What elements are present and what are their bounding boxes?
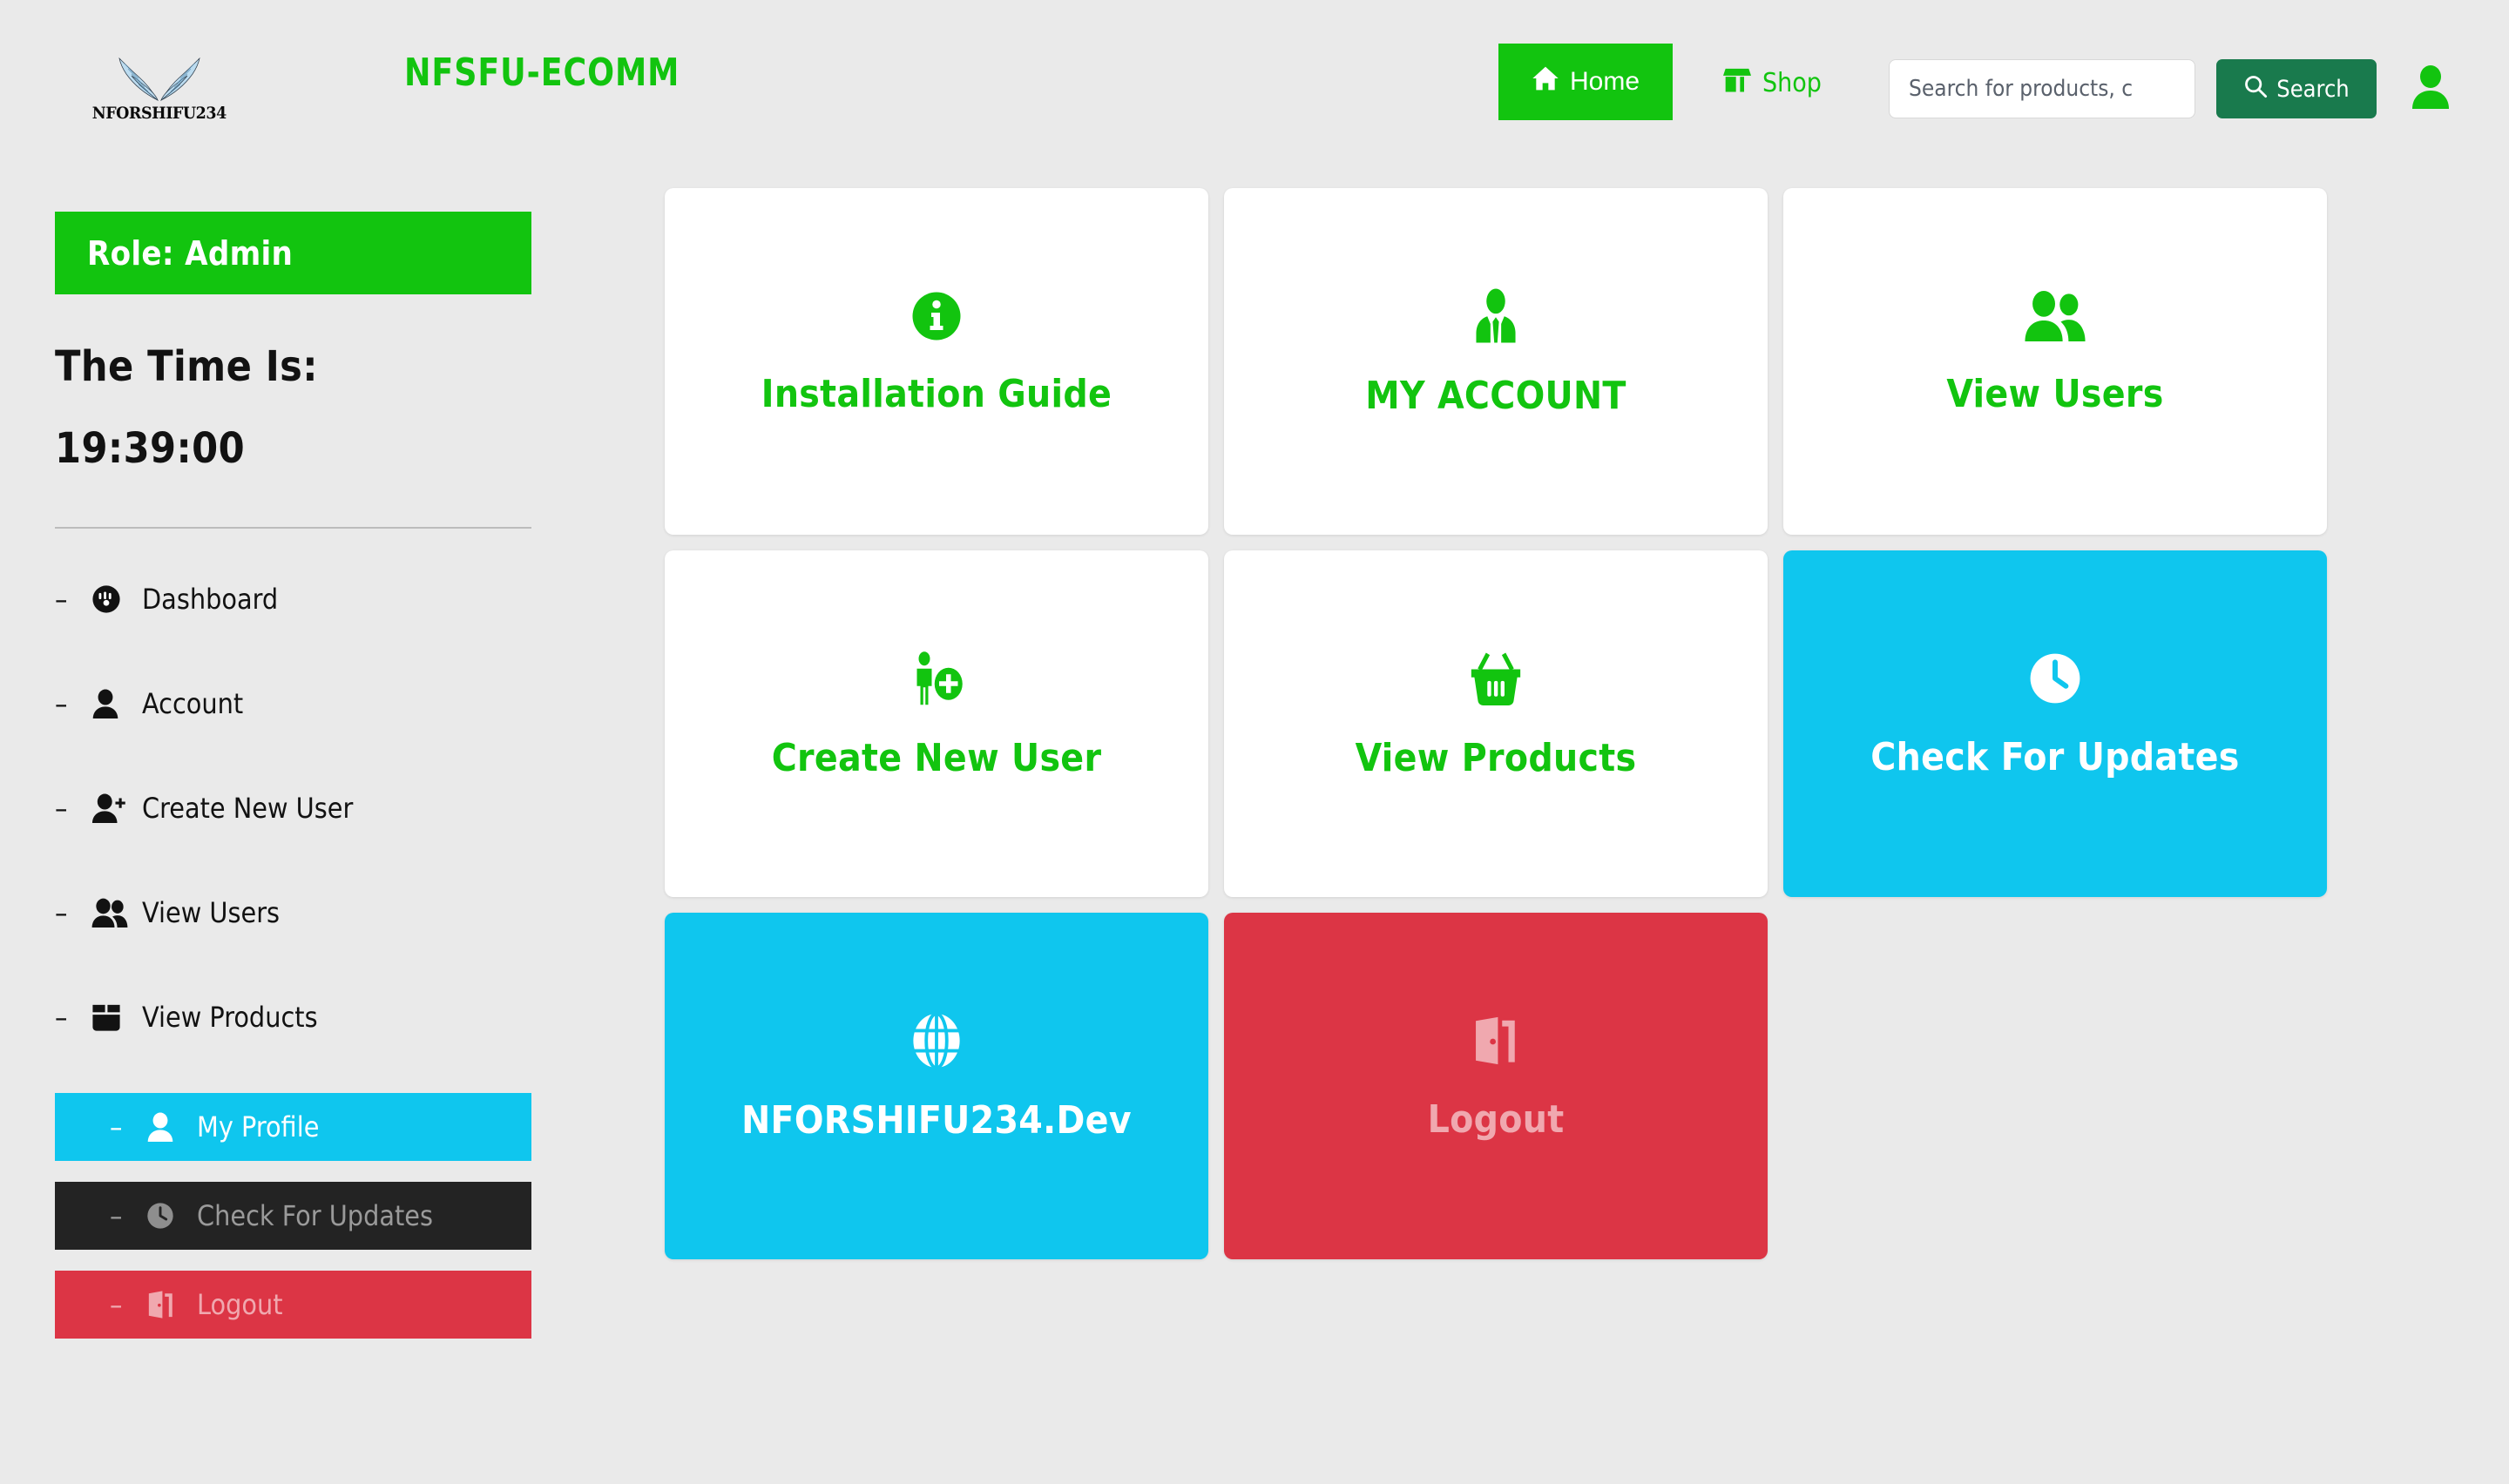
- tile-logout[interactable]: Logout: [1224, 913, 1768, 1259]
- shop-link-label: Shop: [1762, 68, 1822, 98]
- sidebar-item-label: Check For Updates: [197, 1199, 433, 1232]
- sidebar-item-view-products[interactable]: – View Products: [0, 988, 662, 1045]
- tile-my-account[interactable]: MY ACCOUNT: [1224, 188, 1768, 535]
- brand-logo[interactable]: NFORSHIFU234: [98, 42, 221, 122]
- tile-create-new-user[interactable]: Create New User: [665, 550, 1208, 897]
- tile-label: NFORSHIFU234.Dev: [741, 1098, 1132, 1143]
- account-icon-button[interactable]: [2408, 61, 2453, 115]
- tile-label: View Products: [1356, 736, 1637, 780]
- sidebar-item-account[interactable]: – Account: [0, 675, 662, 732]
- globe-icon: [911, 1013, 962, 1072]
- tile-view-users[interactable]: View Users: [1783, 188, 2327, 535]
- bullet-dash: –: [55, 899, 91, 927]
- top-navbar: NFORSHIFU234 NFSFU-ECOMM Home Shop Searc…: [0, 0, 2509, 165]
- bullet-dash: –: [110, 1291, 146, 1319]
- user-tie-icon: [1470, 288, 1522, 347]
- tile-installation-guide[interactable]: Installation Guide: [665, 188, 1208, 535]
- bullet-dash: –: [55, 690, 91, 718]
- site-title: NFSFU-ECOMM: [404, 51, 680, 95]
- tile-label: Installation Guide: [761, 372, 1112, 416]
- sidebar-item-label: My Profile: [197, 1110, 319, 1143]
- sidebar-item-create-new-user[interactable]: – Create New User: [0, 779, 662, 836]
- clock-icon: [2028, 651, 2082, 709]
- sidebar-item-view-users[interactable]: – View Users: [0, 884, 662, 941]
- sidebar-item-logout[interactable]: – Logout: [55, 1271, 531, 1339]
- bullet-dash: –: [55, 1003, 91, 1031]
- search-button[interactable]: Search: [2216, 59, 2377, 118]
- dashboard-tile-grid: Installation Guide MY ACCOUNT: [665, 188, 2311, 1259]
- tile-label: Logout: [1428, 1097, 1565, 1142]
- user-icon: [91, 689, 142, 718]
- sidebar-item-dashboard[interactable]: – Dashboard: [0, 570, 662, 627]
- brand-logo-text: NFORSHIFU234: [92, 105, 227, 122]
- user-icon: [2411, 65, 2450, 111]
- door-exit-icon: [1471, 1014, 1521, 1071]
- bullet-dash: –: [55, 585, 91, 613]
- clock-icon: [146, 1202, 197, 1230]
- sidebar-divider: [55, 527, 531, 529]
- tile-nforshifu234-dev[interactable]: NFORSHIFU234.Dev: [665, 913, 1208, 1259]
- box-icon: [91, 1003, 142, 1031]
- wings-logo-icon: [112, 55, 206, 104]
- info-circle-icon: [910, 290, 963, 346]
- role-badge: Role: Admin: [55, 212, 531, 294]
- sidebar-menu: – Dashboard – Account –: [0, 570, 662, 1359]
- bullet-dash: –: [55, 794, 91, 822]
- users-icon: [91, 898, 142, 928]
- tile-label: View Users: [1946, 372, 2163, 416]
- bullet-dash: –: [110, 1113, 146, 1141]
- shop-icon: [1723, 66, 1751, 100]
- tile-label: MY ACCOUNT: [1365, 374, 1626, 418]
- users-icon: [2023, 290, 2087, 346]
- user-plus-icon: [91, 793, 142, 823]
- user-icon: [146, 1112, 197, 1142]
- search-button-label: Search: [2276, 76, 2349, 103]
- home-button[interactable]: Home: [1498, 44, 1673, 120]
- sidebar: Role: Admin The Time Is: 19:39:00 – Dash…: [0, 165, 662, 1484]
- tile-label: Check For Updates: [1870, 735, 2239, 779]
- sidebar-item-label: Create New User: [142, 792, 353, 825]
- sidebar-item-my-profile[interactable]: – My Profile: [55, 1093, 531, 1161]
- bullet-dash: –: [110, 1202, 146, 1230]
- dashboard-gauge-icon: [91, 584, 142, 614]
- sidebar-item-label: View Users: [142, 896, 280, 929]
- basket-icon: [1469, 651, 1523, 710]
- door-exit-icon: [146, 1290, 197, 1319]
- tile-check-for-updates[interactable]: Check For Updates: [1783, 550, 2327, 897]
- time-value: 19:39:00: [55, 424, 245, 473]
- tile-view-products[interactable]: View Products: [1224, 550, 1768, 897]
- shop-link[interactable]: Shop: [1723, 66, 1822, 100]
- sidebar-item-label: Account: [142, 687, 243, 720]
- home-icon: [1532, 65, 1559, 98]
- sidebar-item-check-for-updates[interactable]: – Check For Updates: [55, 1182, 531, 1250]
- person-plus-icon: [906, 651, 967, 710]
- sidebar-item-label: Logout: [197, 1288, 283, 1321]
- sidebar-item-label: View Products: [142, 1001, 318, 1034]
- time-label: The Time Is:: [55, 342, 318, 391]
- tile-label: Create New User: [772, 736, 1102, 780]
- main-content: Installation Guide MY ACCOUNT: [665, 188, 2311, 1259]
- search-input[interactable]: [1889, 59, 2195, 118]
- home-button-label: Home: [1570, 67, 1640, 97]
- search-icon: [2243, 74, 2268, 105]
- sidebar-item-label: Dashboard: [142, 583, 278, 616]
